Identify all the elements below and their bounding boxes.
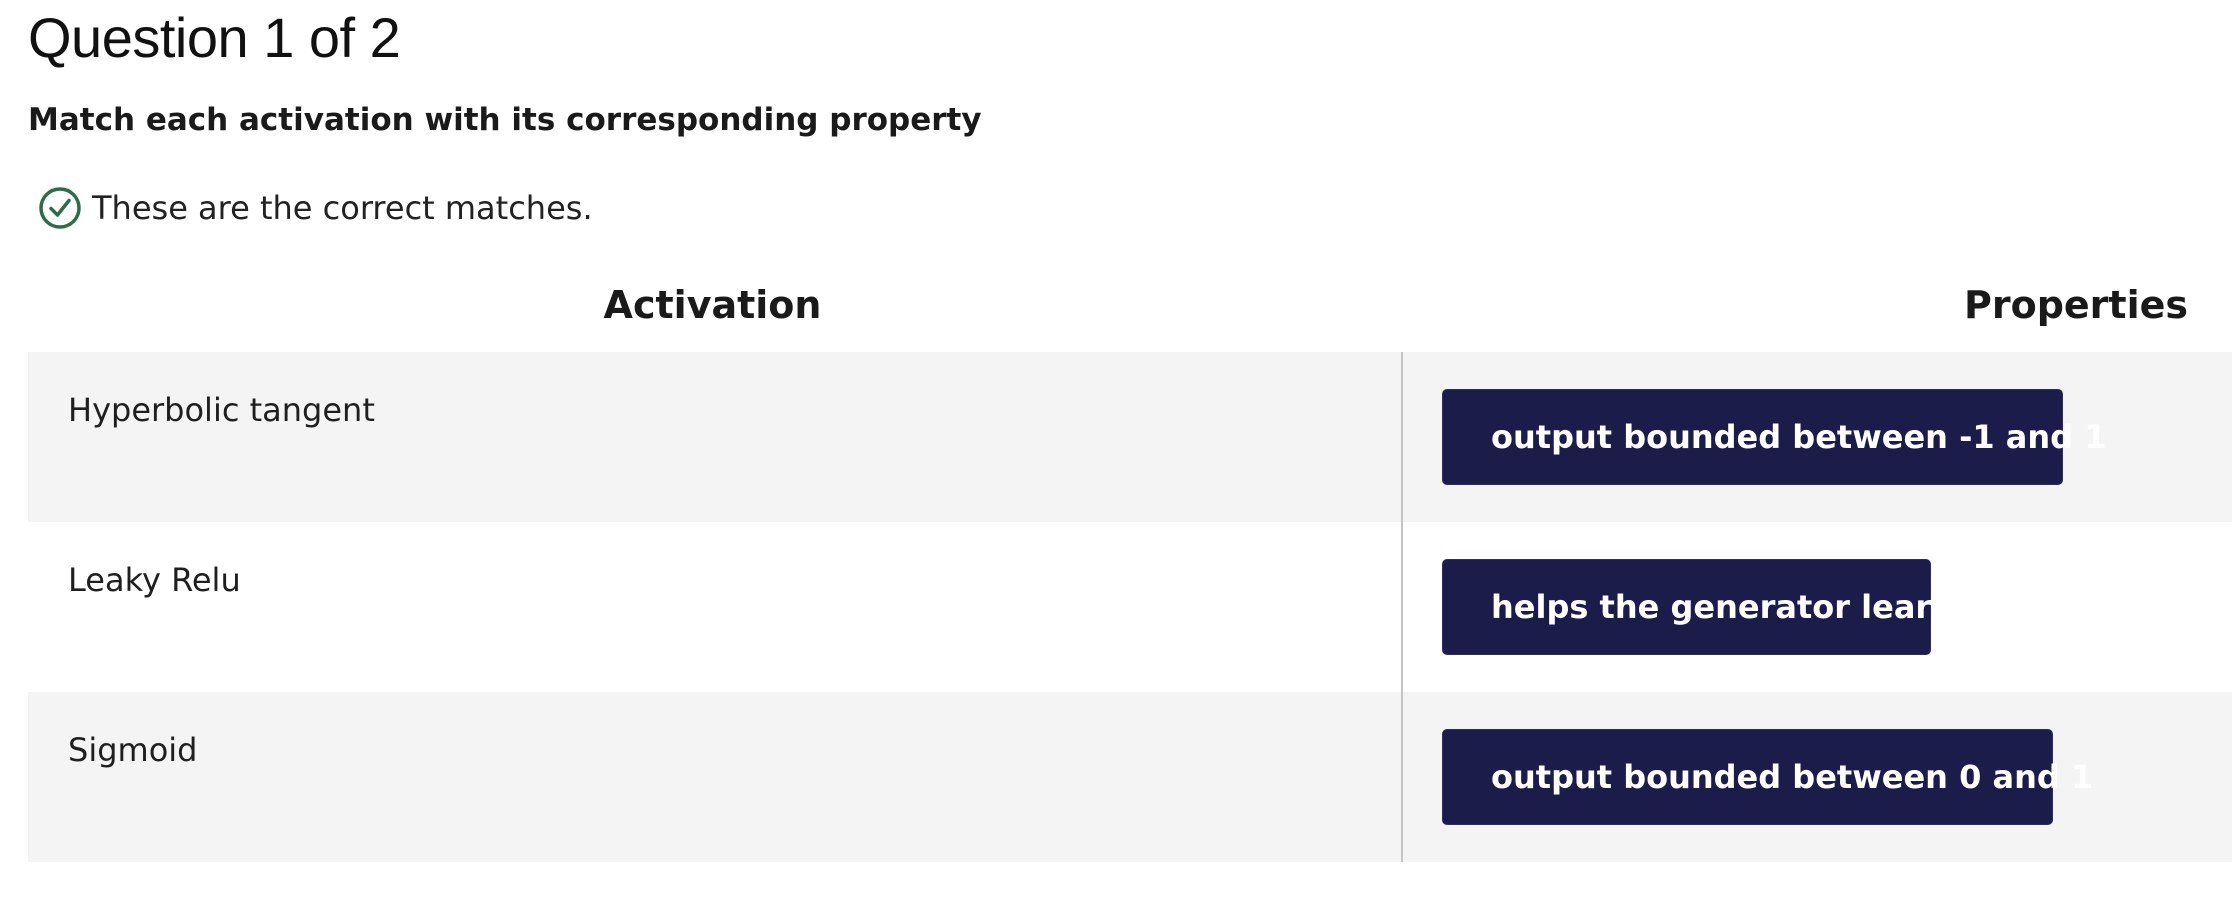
column-divider: [1401, 692, 1403, 862]
matching-table: Hyperbolic tangent output bounded betwee…: [28, 352, 2232, 862]
activation-label: Hyperbolic tangent: [68, 391, 375, 429]
column-divider: [1401, 352, 1403, 522]
activation-label: Sigmoid: [68, 731, 198, 769]
feedback-banner: These are the correct matches.: [38, 184, 593, 232]
match-row: Leaky Relu helps the generator learn: [28, 522, 2232, 692]
question-prompt: Match each activation with its correspon…: [28, 102, 982, 138]
question-title: Question 1 of 2: [28, 6, 401, 69]
activation-label: Leaky Relu: [68, 561, 241, 599]
match-row: Sigmoid output bounded between 0 and 1: [28, 692, 2232, 862]
properties-column-header: Properties: [1964, 283, 2188, 327]
column-divider: [1401, 522, 1403, 692]
activation-column-header: Activation: [603, 283, 822, 327]
property-chip[interactable]: output bounded between -1 and 1: [1442, 389, 2106, 485]
match-row: Hyperbolic tangent output bounded betwee…: [28, 352, 2232, 522]
property-chip[interactable]: output bounded between 0 and 1: [1442, 729, 2093, 825]
property-chip[interactable]: helps the generator learn: [1442, 559, 1954, 655]
check-circle-icon: [38, 186, 82, 230]
feedback-text: These are the correct matches.: [92, 189, 593, 227]
